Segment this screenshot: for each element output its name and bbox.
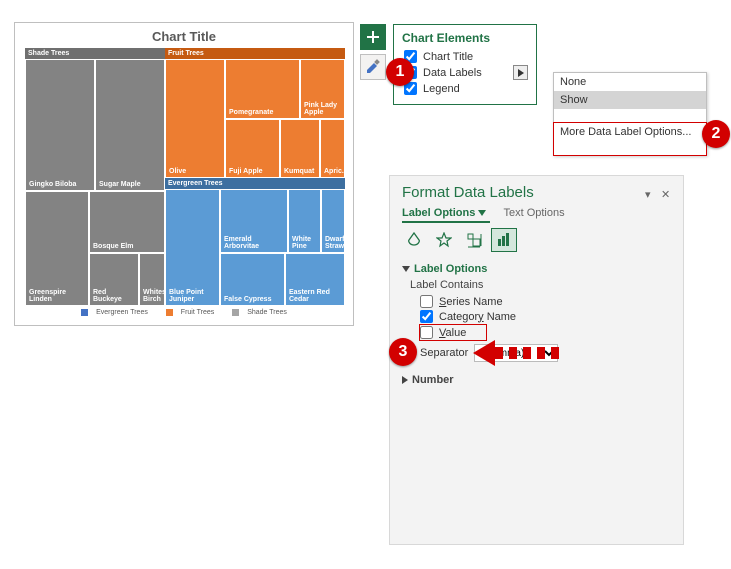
- legend-label-fruit: Fruit Trees: [181, 309, 214, 316]
- flyout-chart-title[interactable]: Chart Title: [402, 49, 528, 64]
- legend-label-evergreen: Evergreen Trees: [96, 309, 148, 316]
- cell-bosque[interactable]: Bosque Elm: [89, 191, 165, 253]
- cell-whitespire[interactable]: Whites... Birch: [139, 253, 165, 306]
- callout-arrow-icon: [473, 340, 563, 366]
- flyout-legend[interactable]: Legend: [402, 81, 528, 96]
- legend-swatch-evergreen: [81, 309, 88, 316]
- flyout-data-labels-label: Data Labels: [423, 67, 482, 79]
- group-header-evergreen: Evergreen Trees: [165, 178, 345, 189]
- submenu-spacer: [554, 109, 706, 123]
- checkbox-series-name[interactable]: [420, 295, 433, 308]
- chart-elements-flyout: Chart Elements Chart Title Data Labels L…: [393, 24, 537, 105]
- step-badge-3: 3: [389, 338, 417, 366]
- tab-text-options[interactable]: Text Options: [503, 207, 564, 219]
- chk-category-name[interactable]: Category Name: [420, 310, 671, 323]
- chart-title[interactable]: Chart Title: [15, 29, 353, 44]
- cell-eastern-red[interactable]: Eastern Red Cedar: [285, 253, 345, 306]
- cell-olive[interactable]: Olive: [165, 59, 225, 178]
- section-label-options[interactable]: Label Options: [402, 263, 671, 275]
- checkbox-category-name[interactable]: [420, 310, 433, 323]
- submenu-none[interactable]: None: [554, 73, 706, 91]
- pane-close-icon[interactable]: ✕: [661, 188, 671, 198]
- group-header-shade: Shade Trees: [25, 48, 165, 59]
- submenu-show[interactable]: Show: [554, 91, 706, 109]
- cell-emerald[interactable]: Emerald Arborvitae: [220, 189, 288, 253]
- fill-line-icon[interactable]: [402, 229, 426, 251]
- cell-greenspire[interactable]: Greenspire Linden: [25, 191, 89, 306]
- chart-legend[interactable]: Evergreen Trees Fruit Trees Shade Trees: [15, 309, 353, 316]
- step-badge-1: 1: [386, 58, 414, 86]
- chart-container: Chart Title Shade Trees Gingko Biloba Su…: [14, 22, 354, 326]
- cell-gingko[interactable]: Gingko Biloba: [25, 59, 95, 191]
- cell-pomegranate[interactable]: Pomegranate: [225, 59, 300, 119]
- pane-icon-row: [402, 229, 671, 251]
- checkbox-value[interactable]: [420, 326, 433, 339]
- cell-bluepoint[interactable]: Blue Point Juniper: [165, 189, 220, 306]
- section-number[interactable]: Number: [402, 374, 671, 386]
- submenu-more-options[interactable]: More Data Label Options...: [554, 123, 706, 141]
- size-properties-icon[interactable]: [462, 229, 486, 251]
- flyout-chart-title-label: Chart Title: [423, 51, 473, 63]
- submenu-spacer-2: [554, 141, 706, 155]
- cell-kumquat[interactable]: Kumquat: [280, 119, 320, 178]
- cell-false-cypress[interactable]: False Cypress: [220, 253, 285, 306]
- pane-title: Format Data Labels: [402, 184, 639, 201]
- flyout-header: Chart Elements: [402, 31, 528, 45]
- data-labels-submenu: None Show More Data Label Options...: [553, 72, 707, 156]
- tab-label-options[interactable]: Label Options: [402, 207, 490, 223]
- label-options-icon[interactable]: [492, 229, 516, 251]
- effects-icon[interactable]: [432, 229, 456, 251]
- flyout-legend-label: Legend: [423, 83, 460, 95]
- cell-dwarf-strawberry[interactable]: Dwarf Strawberry: [321, 189, 345, 253]
- legend-swatch-fruit: [166, 309, 173, 316]
- chart-styles-button[interactable]: [360, 54, 386, 80]
- cell-pink-lady[interactable]: Pink Lady Apple: [300, 59, 345, 119]
- cell-white-pine[interactable]: White Pine: [288, 189, 321, 253]
- group-header-fruit: Fruit Trees: [165, 48, 345, 59]
- separator-label: Separator: [420, 347, 468, 359]
- flyout-submenu-arrow[interactable]: [513, 65, 528, 80]
- cell-sugar-maple[interactable]: Sugar Maple: [95, 59, 165, 191]
- chk-series-name[interactable]: SSeries Nameeries Name: [420, 295, 671, 308]
- legend-label-shade: Shade Trees: [247, 309, 287, 316]
- treemap[interactable]: Shade Trees Gingko Biloba Sugar Maple Gr…: [25, 48, 345, 306]
- pane-dropdown-icon[interactable]: ▾: [645, 188, 655, 198]
- cell-fuji[interactable]: Fuji Apple: [225, 119, 280, 178]
- chk-value[interactable]: Value: [420, 325, 486, 340]
- step-badge-2: 2: [702, 120, 730, 148]
- label-contains-heading: Label Contains: [410, 279, 671, 291]
- chart-elements-button[interactable]: [360, 24, 386, 50]
- flyout-data-labels[interactable]: Data Labels: [402, 64, 528, 81]
- cell-red-buckeye[interactable]: Red Buckeye: [89, 253, 139, 306]
- legend-swatch-shade: [232, 309, 239, 316]
- cell-apricot[interactable]: Apric...: [320, 119, 345, 178]
